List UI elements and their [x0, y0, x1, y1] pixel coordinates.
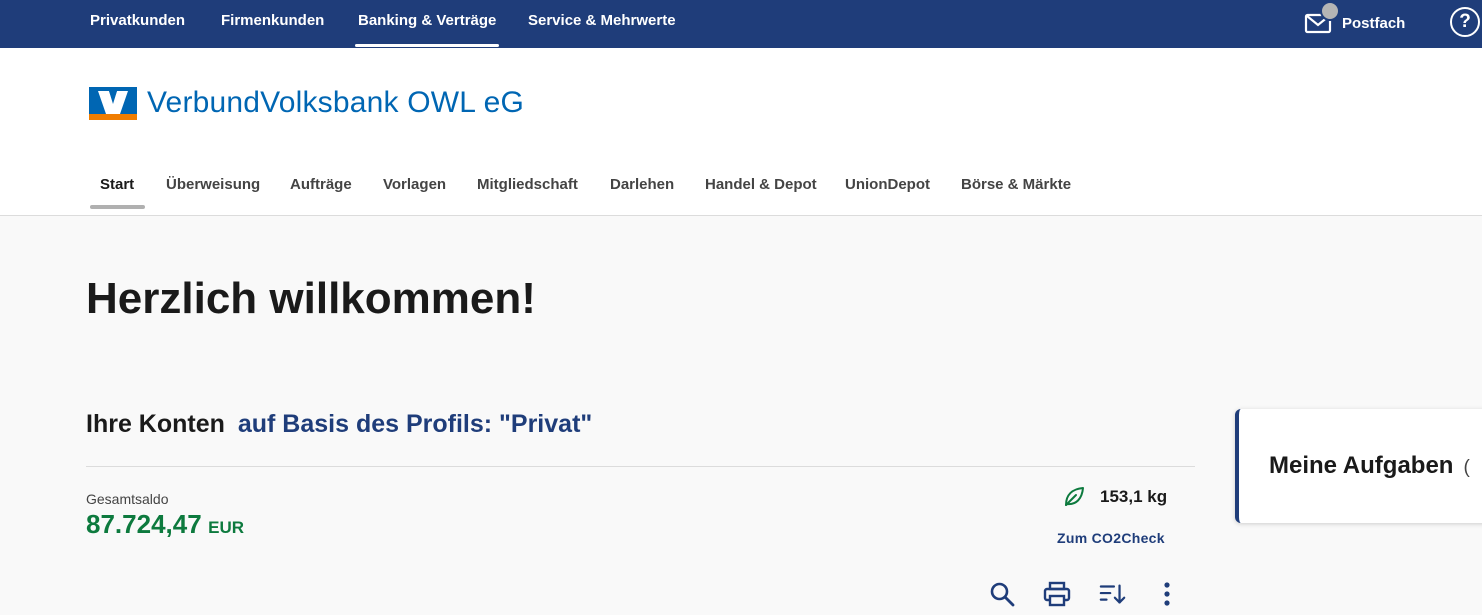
page-title: Herzlich willkommen! [86, 274, 536, 323]
subnav-darlehen[interactable]: Darlehen [610, 176, 674, 193]
total-balance: 87.724,47 EUR [86, 509, 244, 540]
notification-dot [1320, 1, 1340, 21]
my-tasks-heading: Meine Aufgaben ( [1269, 452, 1470, 480]
print-icon[interactable] [1043, 580, 1071, 608]
leaf-icon [1065, 487, 1084, 506]
bank-logo[interactable]: VerbundVolksbank OWL eG [89, 86, 524, 120]
topnav-banking-vertraege[interactable]: Banking & Verträge [354, 12, 500, 47]
my-tasks-card[interactable]: Meine Aufgaben ( [1235, 409, 1482, 523]
topnav-privatkunden[interactable]: Privatkunden [90, 12, 185, 29]
co2-value: 153,1 kg [1100, 487, 1168, 506]
volksbank-logo-icon [89, 86, 137, 120]
top-navigation-bar: Privatkunden Firmenkunden Banking & Vert… [0, 0, 1482, 48]
my-tasks-title: Meine Aufgaben [1269, 452, 1454, 479]
accounts-profile-link[interactable]: auf Basis des Profils: "Privat" [238, 410, 592, 438]
my-tasks-count: ( [1463, 457, 1470, 478]
accounts-title: Ihre Konten [86, 410, 225, 438]
total-balance-label: Gesamtsaldo [86, 491, 169, 507]
help-icon[interactable]: ? [1450, 7, 1480, 37]
divider [86, 466, 1195, 467]
topnav-firmenkunden[interactable]: Firmenkunden [221, 12, 324, 29]
postfach-label: Postfach [1342, 14, 1406, 32]
mail-icon [1304, 1, 1340, 35]
active-tab-indicator [90, 205, 145, 209]
subnav-mitgliedschaft[interactable]: Mitgliedschaft [477, 176, 578, 193]
total-balance-currency: EUR [208, 518, 245, 537]
subnav-handel-depot[interactable]: Handel & Depot [705, 176, 817, 193]
subnav-uniondepot[interactable]: UnionDepot [845, 176, 930, 193]
subnav-auftraege[interactable]: Aufträge [290, 176, 352, 193]
sort-icon[interactable] [1099, 580, 1127, 608]
bank-name: VerbundVolksbank OWL eG [147, 86, 525, 119]
more-vertical-icon[interactable] [1153, 580, 1181, 608]
subnav-start[interactable]: Start [100, 176, 134, 193]
co2-check-link[interactable]: Zum CO2Check [1057, 530, 1165, 546]
subnav-vorlagen[interactable]: Vorlagen [383, 176, 446, 193]
total-balance-value: 87.724,47 [86, 509, 202, 539]
subnav-ueberweisung[interactable]: Überweisung [166, 176, 260, 193]
accounts-heading: Ihre Konten auf Basis des Profils: "Priv… [86, 410, 592, 439]
search-icon[interactable] [988, 580, 1016, 608]
topnav-service-mehrwerte[interactable]: Service & Mehrwerte [528, 12, 676, 29]
page-header: VerbundVolksbank OWL eG Start Überweisun… [0, 48, 1482, 216]
postfach-button[interactable]: Postfach [1304, 1, 1406, 38]
subnav-boerse-maerkte[interactable]: Börse & Märkte [961, 176, 1071, 193]
co2-summary: 153,1 kg [1062, 485, 1167, 509]
